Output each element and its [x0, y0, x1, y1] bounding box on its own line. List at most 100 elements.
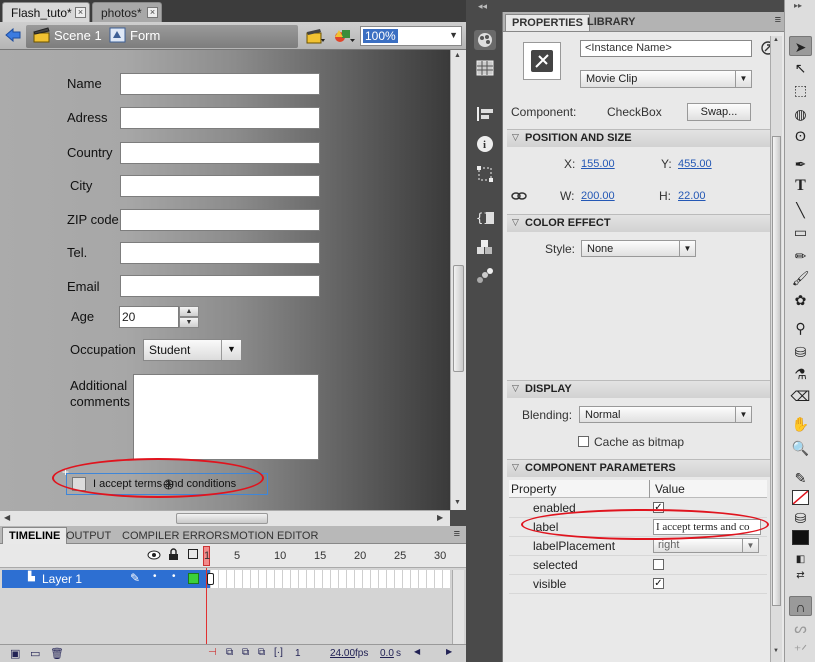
- onion-skin-icon[interactable]: ⧉: [226, 647, 233, 658]
- panel-menu-icon[interactable]: ≡: [775, 14, 781, 26]
- label-value-input[interactable]: I accept terms and co: [653, 519, 761, 535]
- name-field[interactable]: [120, 73, 320, 95]
- new-layer-icon[interactable]: ▣: [10, 647, 20, 660]
- onion-markers-icon[interactable]: [·]: [274, 647, 283, 658]
- layer-color-swatch[interactable]: [188, 573, 199, 584]
- 3d-rotation-tool-icon[interactable]: ◍: [789, 104, 812, 124]
- visibility-dot-icon[interactable]: •: [153, 571, 157, 582]
- style-select[interactable]: None ▼: [581, 240, 696, 257]
- component-parameters-section-header[interactable]: ▽ COMPONENT PARAMETERS: [507, 459, 771, 477]
- address-field[interactable]: [120, 107, 320, 129]
- layer-row[interactable]: ▙ Layer 1 ✎ • •: [2, 570, 210, 588]
- tab-compiler-errors[interactable]: COMPILER ERRORS: [116, 528, 236, 544]
- lock-dot-icon[interactable]: •: [172, 571, 176, 582]
- deco-tool-icon[interactable]: ✿: [789, 290, 812, 310]
- terms-checkbox-component[interactable]: I accept terms and conditions: [66, 473, 268, 495]
- tel-field[interactable]: [120, 242, 320, 264]
- city-field[interactable]: [120, 175, 320, 197]
- align-icon[interactable]: [474, 104, 496, 124]
- stepper-down-icon[interactable]: ▼: [179, 317, 199, 328]
- components-icon[interactable]: [474, 238, 496, 258]
- motion-presets-icon[interactable]: [474, 266, 496, 286]
- country-field[interactable]: [120, 142, 320, 164]
- display-section-header[interactable]: ▽ DISPLAY: [507, 380, 771, 398]
- subselection-tool-icon[interactable]: ↖: [789, 58, 812, 78]
- outline-icon[interactable]: [188, 549, 198, 559]
- edit-symbols-icon[interactable]: [334, 27, 356, 45]
- close-icon[interactable]: ×: [75, 7, 86, 18]
- scroll-right-icon[interactable]: ▶: [437, 513, 443, 522]
- back-arrow-icon[interactable]: [5, 28, 21, 42]
- lock-icon[interactable]: [168, 548, 179, 561]
- swatches-icon[interactable]: [474, 58, 496, 78]
- x-value[interactable]: 155.00: [581, 158, 615, 170]
- stage[interactable]: Name Adress Country City ZIP code Tel. E…: [0, 50, 450, 510]
- new-folder-icon[interactable]: ▭: [30, 647, 40, 660]
- age-stepper[interactable]: 20 ▲ ▼: [119, 306, 199, 328]
- timeline-vertical-scrollbar[interactable]: [452, 570, 464, 644]
- lasso-tool-icon[interactable]: ʘ: [789, 126, 812, 146]
- zoom-tool-icon[interactable]: 🔍: [789, 438, 812, 458]
- pencil-tool-icon[interactable]: ✏: [789, 246, 812, 266]
- age-input[interactable]: 20: [119, 306, 179, 328]
- brush-tool-icon[interactable]: 🖌: [789, 268, 812, 288]
- paint-bucket-tool-icon[interactable]: ⛁: [789, 342, 812, 362]
- tab-flash-tuto[interactable]: Flash_tuto* ×: [2, 2, 90, 22]
- zip-field[interactable]: [120, 209, 320, 231]
- edit-scene-icon[interactable]: [306, 27, 326, 45]
- tab-timeline[interactable]: TIMELINE: [2, 527, 68, 544]
- symbol-type-select[interactable]: Movie Clip ▼: [580, 70, 752, 88]
- swap-button[interactable]: Swap...: [687, 103, 751, 121]
- time-value[interactable]: 0.0: [380, 648, 394, 659]
- free-transform-tool-icon[interactable]: ⬚: [789, 80, 812, 100]
- stroke-color-icon[interactable]: ✎: [789, 468, 812, 488]
- tab-photos[interactable]: photos* ×: [92, 2, 162, 22]
- link-chain-icon[interactable]: [511, 191, 527, 201]
- snap-magnet-icon[interactable]: ∩: [789, 596, 812, 616]
- delete-icon[interactable]: 🗑: [50, 647, 64, 660]
- position-size-section-header[interactable]: ▽ POSITION AND SIZE: [507, 129, 771, 147]
- tab-properties[interactable]: PROPERTIES: [505, 14, 590, 31]
- selection-tool-icon[interactable]: ➤: [789, 36, 812, 56]
- blending-select[interactable]: Normal ▼: [579, 406, 752, 423]
- scroll-down-icon[interactable]: ▼: [773, 648, 779, 654]
- close-icon[interactable]: ×: [147, 7, 158, 18]
- smooth-icon[interactable]: ᔕ: [789, 618, 812, 638]
- swap-colors-icon[interactable]: ⇄: [789, 566, 812, 586]
- zoom-select[interactable]: 100% ▼: [360, 26, 462, 46]
- text-tool-icon[interactable]: T: [789, 176, 812, 196]
- fps-value[interactable]: 24.00: [330, 648, 355, 659]
- line-tool-icon[interactable]: ╲: [789, 200, 812, 220]
- fill-color-icon[interactable]: ⛁: [789, 508, 812, 528]
- fill-none-swatch[interactable]: [792, 490, 809, 505]
- pencil-icon[interactable]: ✎: [130, 571, 140, 585]
- expand-arrows-icon[interactable]: ▸▸: [794, 1, 802, 10]
- stage-horizontal-scrollbar[interactable]: ◀ ▶: [0, 510, 450, 526]
- collapse-arrows-icon[interactable]: ◂◂: [478, 1, 487, 12]
- tab-output[interactable]: OUTPUT: [60, 528, 117, 544]
- terms-checkbox[interactable]: [72, 477, 86, 491]
- bone-tool-icon[interactable]: ⚲: [789, 318, 812, 338]
- w-value[interactable]: 200.00: [581, 190, 615, 202]
- straighten-icon[interactable]: ⁺ᐟ: [789, 640, 812, 660]
- tab-motion-editor[interactable]: MOTION EDITOR: [224, 528, 324, 544]
- scroll-left-icon[interactable]: ◀: [414, 647, 420, 656]
- color-panel-icon[interactable]: [474, 30, 496, 50]
- breadcrumb-symbol[interactable]: Form: [106, 25, 166, 47]
- cache-bitmap-checkbox[interactable]: [578, 436, 589, 447]
- hand-tool-icon[interactable]: ✋: [789, 414, 812, 434]
- occupation-select[interactable]: Student ▼: [143, 339, 242, 361]
- scroll-up-icon[interactable]: ▲: [454, 52, 461, 59]
- scroll-down-icon[interactable]: ▼: [454, 499, 461, 506]
- transform-icon[interactable]: [474, 164, 496, 184]
- onion-outlines-icon[interactable]: ⧉: [242, 647, 249, 658]
- info-icon[interactable]: i: [474, 134, 496, 154]
- horizontal-scroll-thumb[interactable]: [176, 513, 268, 524]
- visible-checkbox[interactable]: ✓: [653, 578, 664, 589]
- properties-scrollbar[interactable]: ▲ ▼: [770, 36, 782, 662]
- pen-tool-icon[interactable]: ✒: [789, 154, 812, 174]
- instance-name-input[interactable]: <Instance Name>: [580, 40, 752, 57]
- color-effect-section-header[interactable]: ▽ COLOR EFFECT: [507, 214, 771, 232]
- stage-vertical-scrollbar[interactable]: ▲ ▼: [450, 50, 466, 510]
- scroll-right-icon[interactable]: ▶: [446, 647, 452, 656]
